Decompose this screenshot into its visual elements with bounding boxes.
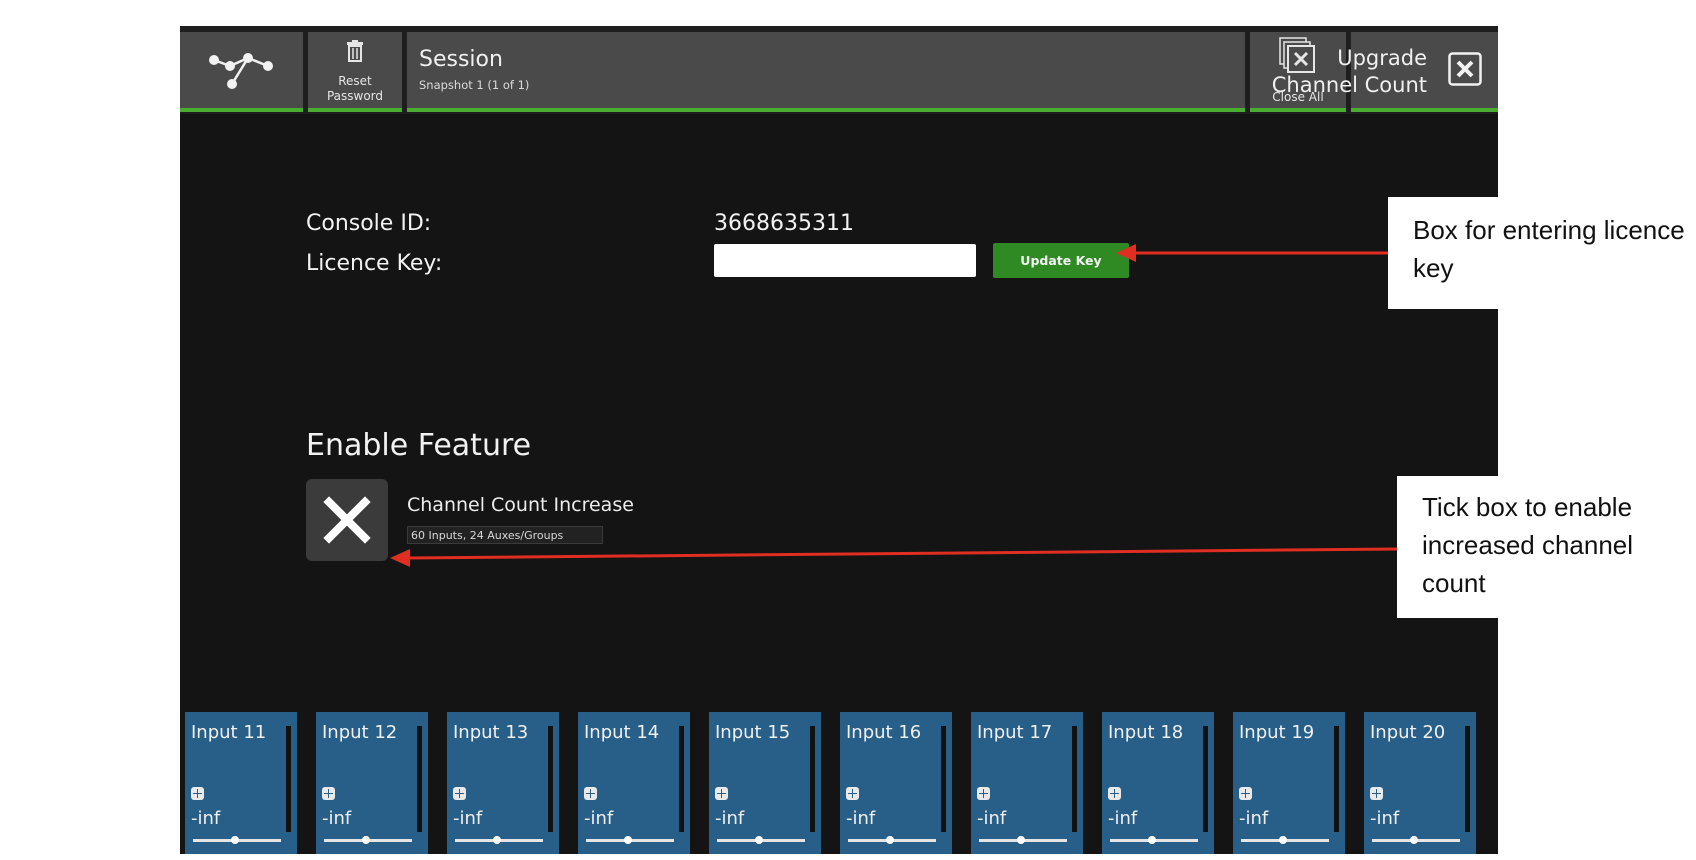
licence-key-callout: Box for entering licence key — [1388, 197, 1696, 309]
tick-box-callout: Tick box to enable increased channel cou… — [1397, 476, 1696, 618]
annotation-arrows — [390, 244, 1401, 567]
tickbox-arrow-line — [407, 547, 1401, 560]
tickbox-arrow-head — [390, 549, 410, 567]
licence-arrow-head — [1116, 244, 1136, 262]
